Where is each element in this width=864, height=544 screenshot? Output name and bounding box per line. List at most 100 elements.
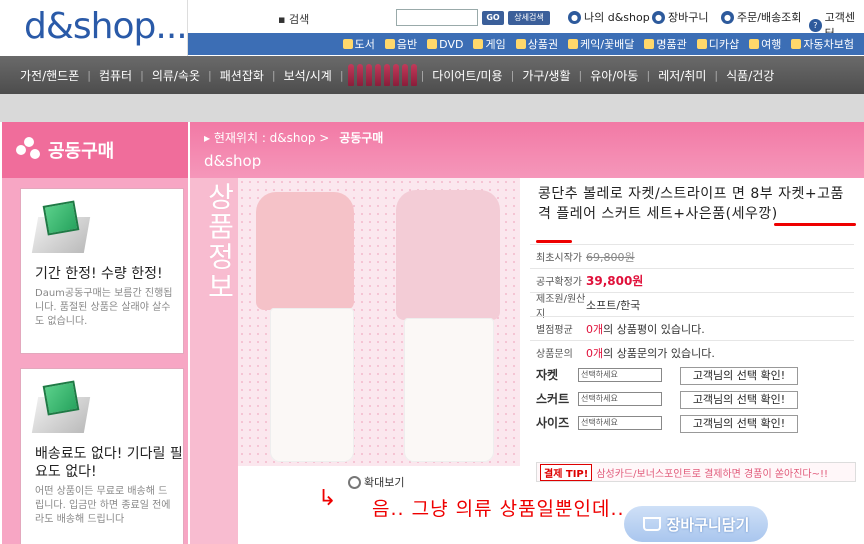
people-icon	[16, 137, 42, 163]
confirm-jacket-button[interactable]: 고객님의 선택 확인!	[680, 367, 798, 385]
tip-badge: 결제 TIP!	[540, 463, 593, 481]
gear-icon: ●	[721, 10, 734, 24]
row-inquiry: 상품문의 0개 의 상품문의가 있습니다.	[530, 340, 854, 364]
nav-computer[interactable]: 컴퓨터	[91, 67, 140, 84]
order-tracking-link[interactable]: ● 주문/배송조회	[721, 9, 801, 25]
question-icon: ?	[809, 18, 822, 32]
lipstick-icon	[392, 64, 399, 86]
manufacturer: 소프트/한국	[586, 298, 641, 312]
row-start-price: 최초시작가 69,800원	[530, 244, 854, 268]
bag-icon	[644, 39, 655, 49]
book-icon	[342, 39, 353, 49]
product-info-panel: 콩단추 볼레로 자켓/스트라이프 면 8부 자켓+고품격 플레어 스커트 세트+…	[530, 178, 864, 544]
annotation-underline	[536, 240, 572, 243]
category-luxury[interactable]: 명품관	[644, 36, 687, 52]
nav-kids[interactable]: 유아/아동	[582, 67, 646, 84]
review-count[interactable]: 0개	[586, 321, 603, 337]
flower-icon	[568, 39, 579, 49]
category-dvd[interactable]: DVD	[427, 38, 463, 51]
lipstick-icon	[347, 64, 354, 86]
category-cake-flowers[interactable]: 케익/꽃배달	[568, 36, 634, 52]
nav-jewelry[interactable]: 보석/시계	[276, 67, 340, 84]
main-nav: 가전/핸드폰 | 컴퓨터 | 의류/속옷 | 패션잡화 | 보석/시계 | | 다이어트/…	[0, 56, 864, 94]
nav-furniture[interactable]: 가구/생활	[514, 67, 578, 84]
product-image[interactable]	[238, 178, 520, 466]
top-strip: ▪ 검색 GO 상세검색 ● 나의 d&shop ● 장바구니 ● 주문/배송조회 ?…	[190, 0, 864, 40]
lipstick-icon	[365, 64, 372, 86]
user-icon: ●	[568, 10, 581, 24]
lipstick-icon	[356, 64, 363, 86]
option-jacket-label: 자켓	[536, 368, 559, 382]
white-skirt	[270, 308, 354, 462]
group-buy-header: 공동구매	[2, 122, 188, 178]
category-games[interactable]: 게임	[473, 36, 506, 52]
gamepad-icon	[473, 39, 484, 49]
nav-leisure[interactable]: 레저/취미	[650, 67, 714, 84]
shop-name: d&shop	[204, 152, 262, 170]
breadcrumb-current[interactable]: 공동구매	[339, 131, 383, 145]
confirm-skirt-button[interactable]: 고객님의 선택 확인!	[680, 391, 798, 409]
category-camera[interactable]: 디카샵	[696, 36, 739, 52]
sidebar: 기간 한정! 수량 한정! Daum공동구매는 보름간 진행됩니다. 품절된 상…	[2, 178, 188, 544]
advanced-search-button[interactable]: 상세검색	[508, 11, 550, 25]
category-car-insurance[interactable]: 자동차보험	[791, 36, 854, 52]
option-skirt-select[interactable]: 선택하세요	[578, 392, 662, 406]
annotation-text: 음.. 그냥 의류 상품일뿐인데..	[372, 498, 625, 520]
start-price: 69,800원	[586, 250, 635, 264]
inquiry-count[interactable]: 0개	[586, 345, 603, 361]
category-giftcard[interactable]: 상품권	[515, 36, 558, 52]
option-size-label: 사이즈	[536, 416, 570, 430]
product-title: 콩단추 볼레로 자켓/스트라이프 면 8부 자켓+고품격 플레어 스커트 세트+…	[538, 186, 844, 222]
search-input[interactable]	[396, 9, 478, 26]
lipstick-icon	[374, 64, 381, 86]
promo-desc: Daum공동구매는 보름간 진행됩니다. 품절된 상품은 살래야 살수도 없습니…	[35, 288, 173, 327]
nav-diet-beauty[interactable]: 다이어트/미용	[424, 67, 510, 84]
disc-icon	[427, 39, 438, 49]
payment-tip[interactable]: 결제 TIP! 삼성카드/보너스포인트로 결제하면 경품이 쏟아진다~!!	[536, 462, 856, 482]
annotation-arrow-icon: ↳	[318, 486, 337, 511]
cart-icon	[642, 517, 661, 531]
add-to-cart-button[interactable]: 장바구니담기	[624, 506, 768, 542]
gray-band	[0, 94, 864, 122]
gift-box-icon	[31, 200, 91, 257]
search-label: ▪ 검색	[278, 13, 310, 26]
lock-icon: ●	[652, 10, 665, 24]
promo-card-free-shipping: 배송료도 없다! 기다릴 필요도 없다! 어떤 상품이든 무료로 배송해 드립니…	[20, 368, 184, 544]
option-skirt-label: 스커트	[536, 392, 570, 406]
title-bar: ▸ 현재위치 : d&shop > 공동구매 d&shop	[190, 122, 864, 178]
search-go-button[interactable]: GO	[482, 11, 504, 25]
promo-desc: 어떤 상품이든 무료로 배송해 드립니다. 입금만 하면 종료일 전에라도 배송…	[35, 486, 171, 525]
pink-jacket	[256, 192, 354, 310]
logo-area: d&shop...	[2, 0, 188, 56]
option-jacket-select[interactable]: 선택하세요	[578, 368, 662, 382]
nav-fashion-goods[interactable]: 패션잡화	[212, 67, 272, 84]
section-title: 공동구매	[48, 141, 115, 162]
cart-link[interactable]: ● 장바구니	[652, 9, 708, 25]
plane-icon	[749, 39, 760, 49]
row-rating: 별점평균 0개 의 상품평이 있습니다.	[530, 316, 854, 340]
dshop-logo[interactable]: d&shop...	[24, 6, 188, 47]
zoom-link[interactable]: 확대보기	[348, 474, 404, 490]
striped-jacket	[396, 190, 500, 320]
product-info-label: 상품정보	[203, 182, 236, 302]
lipstick-icon	[401, 64, 408, 86]
promo-title: 배송료도 없다! 기다릴 필요도 없다!	[35, 446, 183, 480]
white-skirt	[404, 318, 494, 462]
nav-clothing[interactable]: 의류/속옷	[144, 67, 208, 84]
confirm-size-button[interactable]: 고객님의 선택 확인!	[680, 415, 798, 433]
category-music[interactable]: 음반	[384, 36, 417, 52]
tip-text: 삼성카드/보너스포인트로 결제하면 경품이 쏟아진다~!!	[596, 468, 829, 480]
final-price: 39,800원	[586, 274, 644, 288]
nav-electronics[interactable]: 가전/핸드폰	[12, 67, 87, 84]
row-manufacturer: 제조원/원산지 소프트/한국	[530, 292, 854, 320]
category-travel[interactable]: 여행	[749, 36, 781, 52]
row-final-price: 공구확정가 39,800원	[530, 268, 854, 292]
my-dshop-link[interactable]: ● 나의 d&shop	[568, 9, 650, 25]
card-icon	[515, 39, 526, 49]
breadcrumb: ▸ 현재위치 : d&shop > 공동구매	[204, 131, 384, 145]
nav-cosmetics[interactable]	[347, 64, 417, 86]
nav-food-health[interactable]: 식품/건강	[718, 67, 782, 84]
lipstick-icon	[383, 64, 390, 86]
category-books[interactable]: 도서	[342, 36, 375, 52]
option-size-select[interactable]: 선택하세요	[578, 416, 662, 430]
